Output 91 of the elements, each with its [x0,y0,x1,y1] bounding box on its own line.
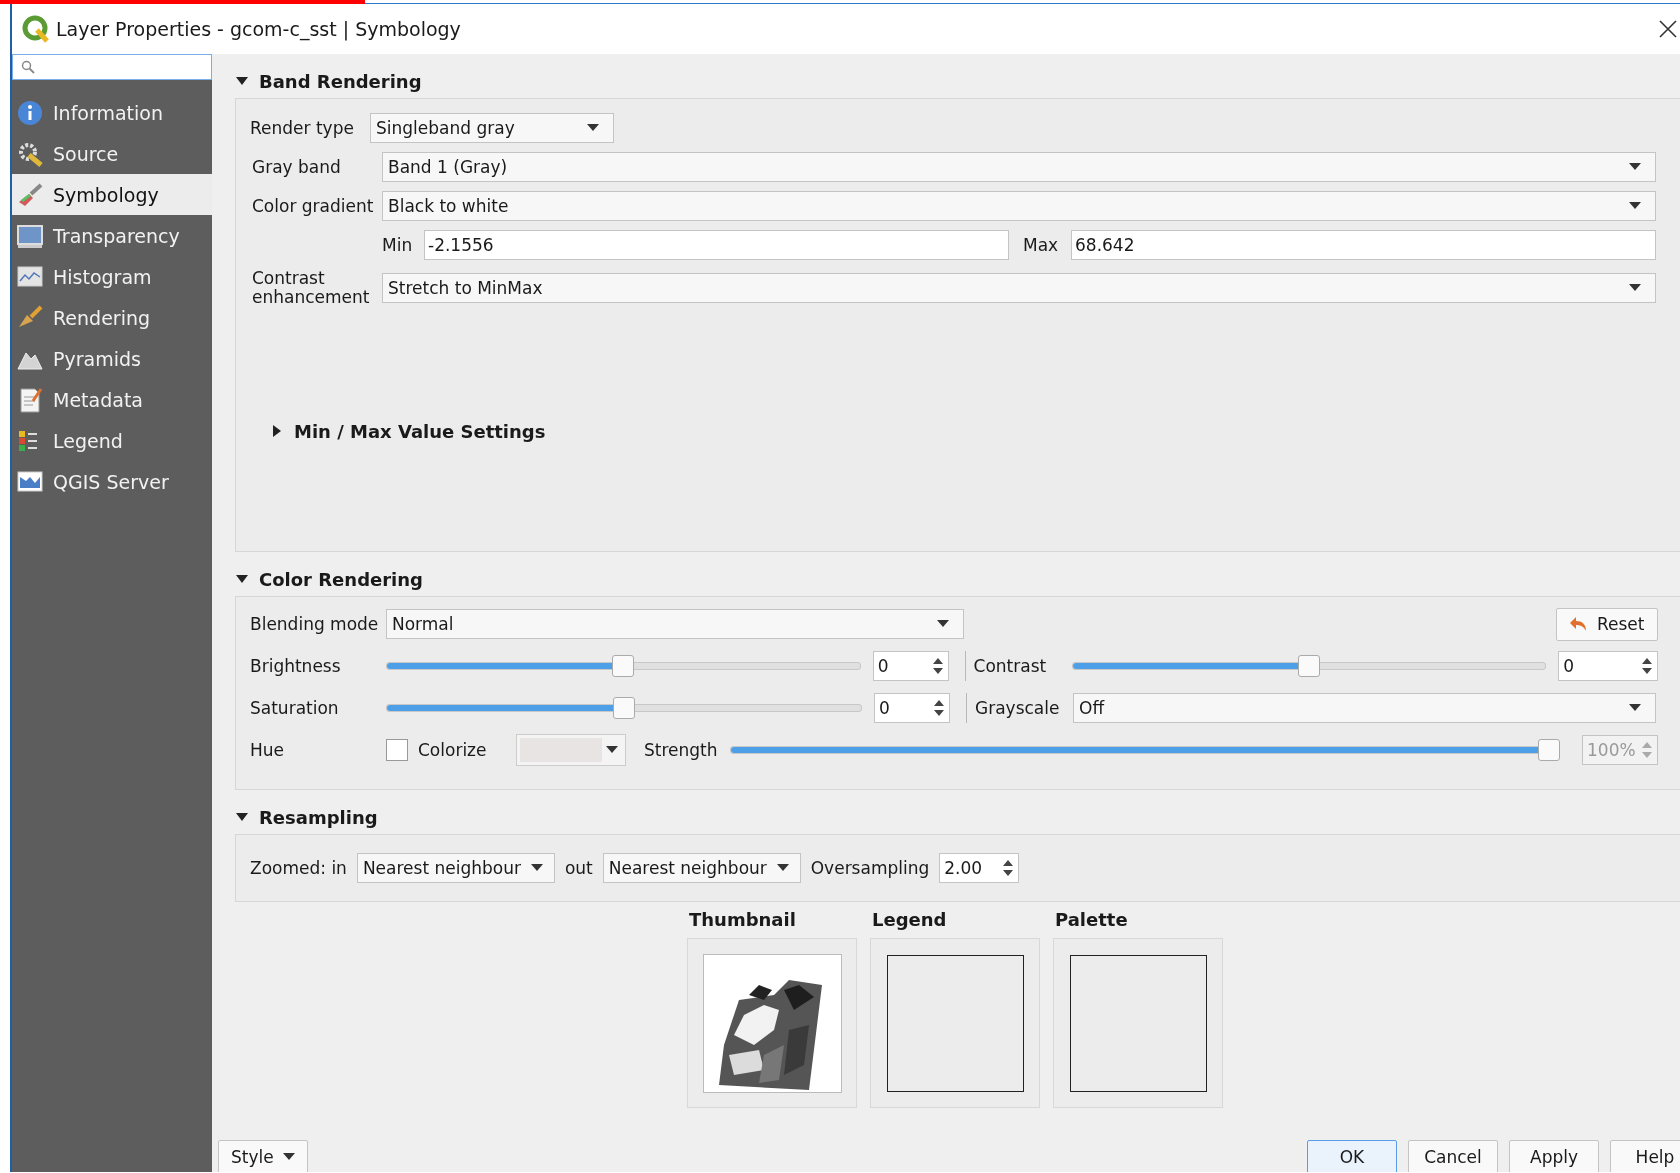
caret-icon [776,864,789,872]
map-icon [17,468,43,495]
app-logo-icon [22,15,50,43]
caret-icon [530,864,543,872]
info-icon [17,99,43,126]
field-label: Contrast [973,656,1048,676]
field-label: Zoomed: in [250,858,347,878]
spin-box[interactable]: 0 [1558,651,1658,681]
preview-title: Palette [1054,908,1129,932]
caret-icon [1629,284,1641,292]
dropdown[interactable]: Black to white [382,191,1656,221]
field-label: Oversampling [810,858,930,878]
field-label: Grayscale [975,698,1061,718]
dropdown[interactable]: Nearest neighbour [356,853,555,883]
search-icon [21,60,35,74]
close-icon[interactable] [1658,19,1678,39]
caret-icon [283,1153,295,1161]
field-label: Gray band [251,157,342,177]
sidebar-item[interactable]: Legend [12,420,212,461]
sidebar-item[interactable]: Histogram [12,256,212,297]
field-label: Colorize [418,740,488,760]
preview-title: Legend [871,908,948,932]
sidebar-item[interactable]: Source [12,133,212,174]
dialog-button[interactable]: OK [1307,1140,1397,1172]
slider-handle[interactable] [612,655,635,677]
field-label: Render type [250,118,355,138]
reset-button[interactable]: Reset [1556,607,1658,641]
document-icon [17,386,43,413]
spin-box[interactable]: 0 [872,651,949,681]
dropdown[interactable]: Off [1073,693,1656,723]
field-label: out [564,858,593,878]
stepper-icon [1002,858,1015,878]
slider[interactable] [386,696,862,720]
slider[interactable] [386,654,861,678]
section-header[interactable]: Resampling [235,800,378,834]
search-field[interactable] [12,54,212,80]
preview-title: Thumbnail [688,908,797,932]
dropdown[interactable]: Singleband gray [370,113,614,143]
brush-icon [17,181,43,208]
field-label: Strength [644,740,718,760]
stepper-icon [1641,656,1653,676]
caret-icon [606,746,618,754]
slider[interactable] [1071,654,1547,678]
sidebar-item[interactable]: Metadata [12,379,212,420]
section-header[interactable]: Min / Max Value Settings [270,414,546,448]
slider[interactable] [729,738,1560,762]
style-button[interactable]: Style [218,1140,308,1172]
dialog-button[interactable]: Apply [1509,1140,1599,1172]
section-header[interactable]: Band Rendering [235,64,422,98]
stepper-icon [931,656,944,676]
field-label: Min [382,235,414,255]
field-label: Brightness [250,656,342,676]
dialog-button[interactable]: Help [1610,1140,1680,1172]
gear-icon [17,140,43,167]
field-label: Saturation [250,698,340,718]
sidebar-item[interactable]: Symbology [12,174,212,215]
sidebar-item[interactable]: Information [12,92,212,133]
map-icon [17,222,43,249]
chart-icon [17,263,43,290]
caret-icon [587,124,599,132]
spin-box[interactable]: 0 [874,693,950,723]
sidebar-item[interactable]: QGIS Server [12,461,212,502]
field-label: Contrast enhancement [251,269,371,307]
checkbox[interactable] [386,739,408,761]
slider-handle[interactable] [613,697,635,719]
window-title: Layer Properties - gcom-c_sst | Symbology [56,18,462,40]
field-label: Blending mode [250,614,378,634]
field-label: Max [1023,235,1060,255]
section-header[interactable]: Color Rendering [235,562,423,596]
sidebar-item[interactable]: Rendering [12,297,212,338]
stepper-icon [933,698,945,718]
spin-box[interactable]: 2.00 [939,853,1020,883]
caret-icon [1629,704,1641,712]
stepper-icon [1641,740,1653,760]
field-label: Hue [250,740,286,760]
sidebar-item[interactable]: Pyramids [12,338,212,379]
field-label: Color gradient [251,196,374,216]
dropdown[interactable]: Stretch to MinMax [382,273,1656,303]
max-field[interactable]: 68.642 [1071,230,1656,260]
dropdown[interactable]: Nearest neighbour [602,853,801,883]
sidebar-item[interactable]: Transparency [12,215,212,256]
dropdown[interactable]: Normal [386,609,964,639]
undo-icon [1569,615,1589,633]
min-field[interactable]: -2.1556 [424,230,1009,260]
caret-icon [1629,202,1641,210]
slider-handle[interactable] [1297,655,1320,677]
caret-icon [937,620,949,628]
dropdown[interactable]: Band 1 (Gray) [382,152,1656,182]
caret-icon [1629,163,1641,171]
color-button[interactable] [516,734,626,766]
dialog-button[interactable]: Cancel [1408,1140,1498,1172]
